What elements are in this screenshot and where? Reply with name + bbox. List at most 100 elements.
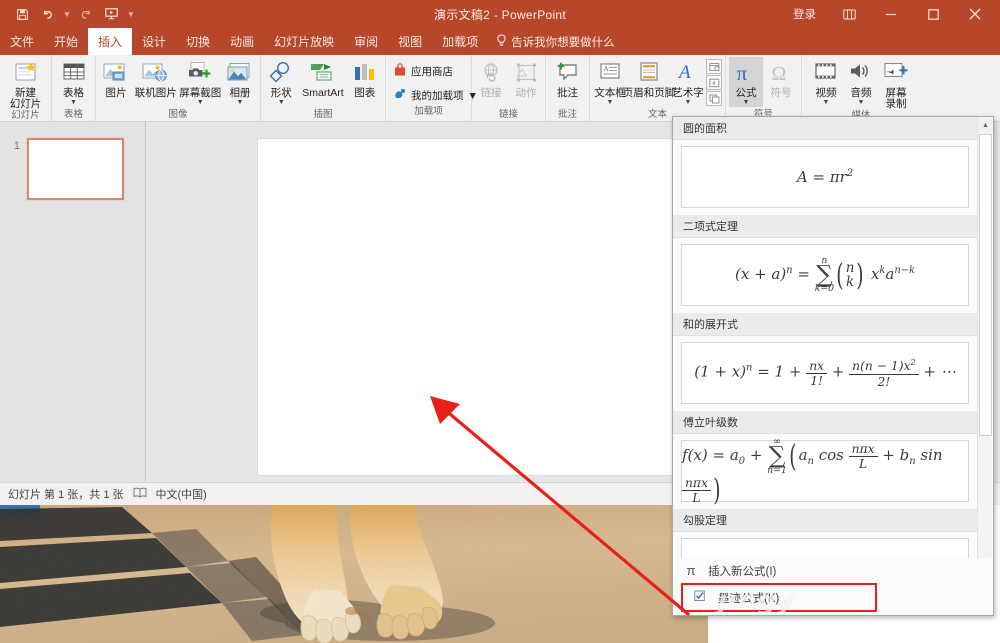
text-box-icon: A bbox=[597, 58, 623, 88]
close-icon[interactable] bbox=[954, 0, 996, 28]
gallery-item-expansion-of-a-sum[interactable]: (1 + x)n = 1 + nx1! + n(n − 1)x22! + ⋯ bbox=[681, 342, 969, 404]
video-dropdown-icon[interactable]: ▼ bbox=[823, 99, 830, 107]
audio-icon bbox=[848, 58, 874, 88]
table-dropdown-icon[interactable]: ▼ bbox=[70, 99, 77, 107]
ribbon-label-shapes: 形状 bbox=[271, 88, 292, 99]
minimize-icon[interactable] bbox=[870, 0, 912, 28]
ribbon-group-tables: 表格 ▼ 表格 bbox=[52, 55, 96, 121]
ribbon-button-table[interactable]: 表格 ▼ bbox=[57, 57, 91, 107]
tab-addins[interactable]: 加载项 bbox=[432, 28, 488, 55]
ribbon-label-picture: 图片 bbox=[106, 88, 127, 99]
wordart-dropdown-icon[interactable]: ▼ bbox=[685, 99, 692, 107]
ribbon-button-picture[interactable]: 图片 bbox=[99, 57, 133, 99]
ribbon-label-online-picture: 联机图片 bbox=[135, 88, 177, 99]
thumbnail-row[interactable]: 1 bbox=[0, 122, 145, 200]
gallery-item-binomial-theorem[interactable]: (x + a)n = n∑k=0(nk) xkan−k bbox=[681, 244, 969, 306]
screenshot-icon bbox=[186, 58, 214, 88]
tab-view[interactable]: 视图 bbox=[388, 28, 432, 55]
status-language[interactable]: 中文(中国) bbox=[156, 486, 207, 502]
ribbon-button-header-footer[interactable]: 页眉和页脚 bbox=[628, 57, 670, 99]
comment-icon bbox=[555, 58, 581, 88]
ribbon-button-shapes[interactable]: 形状 ▼ bbox=[264, 57, 298, 107]
gallery-item-area-of-circle[interactable]: A = πr2 bbox=[681, 146, 969, 208]
slide-number-icon[interactable]: # bbox=[706, 75, 722, 90]
photo-album-icon bbox=[226, 58, 254, 88]
ribbon-group-text: A 文本框 ▼ 页眉和页脚 A 艺术字 ▼ bbox=[590, 55, 726, 121]
tab-home[interactable]: 开始 bbox=[44, 28, 88, 55]
ribbon-display-options-icon[interactable] bbox=[828, 0, 870, 28]
spell-check-icon[interactable] bbox=[133, 487, 147, 501]
symbol-icon: Ω bbox=[768, 58, 794, 88]
ribbon-button-my-addins[interactable]: 我的加载项 ▼ bbox=[391, 85, 466, 106]
header-footer-icon bbox=[636, 58, 662, 88]
ribbon-button-online-picture[interactable]: 联机图片 bbox=[134, 57, 178, 99]
maximize-icon[interactable] bbox=[912, 0, 954, 28]
ribbon-group-addins: 应用商店 我的加载项 ▼ 加载项 bbox=[386, 55, 472, 121]
text-group-extra-buttons: # bbox=[706, 57, 722, 106]
ribbon-button-comment[interactable]: 批注 bbox=[551, 57, 585, 99]
ribbon-button-chart[interactable]: 图表 bbox=[348, 57, 382, 99]
tab-slideshow[interactable]: 幻灯片放映 bbox=[264, 28, 344, 55]
gallery-category-title: 傅立叶级数 bbox=[673, 411, 977, 434]
gallery-item-fourier-series[interactable]: f(x) = a0 + ∞∑n=1(an cos nπxL + bn sin n… bbox=[681, 440, 969, 502]
store-icon bbox=[393, 63, 407, 80]
date-time-icon[interactable] bbox=[706, 59, 722, 74]
ribbon-group-slides: 新建 幻灯片 幻灯片 bbox=[0, 55, 52, 121]
slide-thumbnail-1[interactable] bbox=[27, 138, 124, 200]
smartart-icon bbox=[309, 58, 337, 88]
sign-in-button[interactable]: 登录 bbox=[781, 6, 828, 22]
status-slide-info: 幻灯片 第 1 张，共 1 张 bbox=[8, 486, 124, 502]
ribbon-button-photo-album[interactable]: 相册 ▼ bbox=[223, 57, 257, 107]
ribbon-label-equation: 公式 bbox=[736, 88, 757, 99]
equation-gallery-dropdown[interactable]: 圆的面积 A = πr2 二项式定理 (x + a)n = n∑k=0(nk) … bbox=[672, 116, 994, 616]
scrollbar-thumb[interactable] bbox=[979, 134, 992, 436]
ribbon-button-store[interactable]: 应用商店 bbox=[391, 61, 466, 82]
gallery-scrollbar[interactable]: ▲ bbox=[977, 118, 992, 584]
slide-canvas[interactable] bbox=[257, 138, 699, 476]
insert-new-equation-button[interactable]: π 插入新公式(I) bbox=[673, 558, 994, 583]
equation-dropdown-icon[interactable]: ▼ bbox=[743, 99, 750, 107]
formula-binomial-theorem: (x + a)n = n∑k=0(nk) xkan−k bbox=[735, 256, 915, 294]
ribbon-label-chart: 图表 bbox=[354, 88, 375, 99]
powerpoint-window: ▼ ▼ 演示文稿2 - PowerPoint 登录 bbox=[0, 0, 1000, 643]
ribbon-button-smartart[interactable]: SmartArt bbox=[299, 57, 346, 99]
equation-gallery-list[interactable]: 圆的面积 A = πr2 二项式定理 (x + a)n = n∑k=0(nk) … bbox=[673, 117, 977, 585]
action-icon bbox=[514, 58, 539, 88]
ribbon-button-new-slide[interactable]: 新建 幻灯片 bbox=[7, 57, 45, 110]
ink-equation-icon bbox=[693, 590, 709, 605]
tab-file[interactable]: 文件 bbox=[0, 28, 44, 55]
ribbon-group-label-links: 链接 bbox=[475, 109, 542, 121]
audio-dropdown-icon[interactable]: ▼ bbox=[858, 99, 865, 107]
shapes-dropdown-icon[interactable]: ▼ bbox=[278, 99, 285, 107]
ribbon-group-label-images: 图像 bbox=[99, 109, 257, 121]
ribbon-label-wordart: 艺术字 bbox=[672, 88, 704, 99]
text-box-dropdown-icon[interactable]: ▼ bbox=[607, 99, 614, 107]
ribbon-button-video[interactable]: 视频 ▼ bbox=[809, 57, 843, 107]
ribbon-button-text-box[interactable]: A 文本框 ▼ bbox=[593, 57, 627, 107]
ribbon-label-action: 动作 bbox=[516, 88, 537, 99]
ribbon-label-comment: 批注 bbox=[557, 88, 578, 99]
tab-insert[interactable]: 插入 bbox=[88, 28, 132, 55]
ribbon-button-audio[interactable]: 音频 ▼ bbox=[844, 57, 878, 107]
ribbon-label-screenshot: 屏幕截图 bbox=[179, 88, 221, 99]
ribbon-button-equation[interactable]: π 公式 ▼ bbox=[729, 57, 763, 107]
ribbon-button-wordart[interactable]: A 艺术字 ▼ bbox=[671, 57, 705, 107]
object-icon[interactable] bbox=[706, 91, 722, 106]
background-photo-dog-paws bbox=[0, 505, 708, 643]
tell-me-search[interactable]: 告诉我你想要做什么 bbox=[488, 28, 623, 55]
ribbon-button-screen-recording[interactable]: 屏幕 录制 bbox=[879, 57, 913, 110]
insert-new-equation-label: 插入新公式(I) bbox=[708, 563, 776, 579]
ribbon-group-label-slides: 幻灯片 bbox=[3, 110, 48, 122]
tab-review[interactable]: 审阅 bbox=[344, 28, 388, 55]
ribbon-group-label-comments: 批注 bbox=[549, 109, 586, 121]
slide-thumbnail-pane[interactable]: 1 bbox=[0, 122, 146, 482]
tab-transitions[interactable]: 切换 bbox=[176, 28, 220, 55]
screenshot-dropdown-icon[interactable]: ▼ bbox=[197, 99, 204, 107]
photo-album-dropdown-icon[interactable]: ▼ bbox=[237, 99, 244, 107]
scroll-up-icon[interactable]: ▲ bbox=[978, 118, 993, 133]
tab-design[interactable]: 设计 bbox=[132, 28, 176, 55]
ribbon-button-screenshot[interactable]: 屏幕截图 ▼ bbox=[179, 57, 223, 107]
window-controls: 登录 bbox=[781, 0, 996, 28]
ribbon-label-photo-album: 相册 bbox=[230, 88, 251, 99]
tab-animations[interactable]: 动画 bbox=[220, 28, 264, 55]
